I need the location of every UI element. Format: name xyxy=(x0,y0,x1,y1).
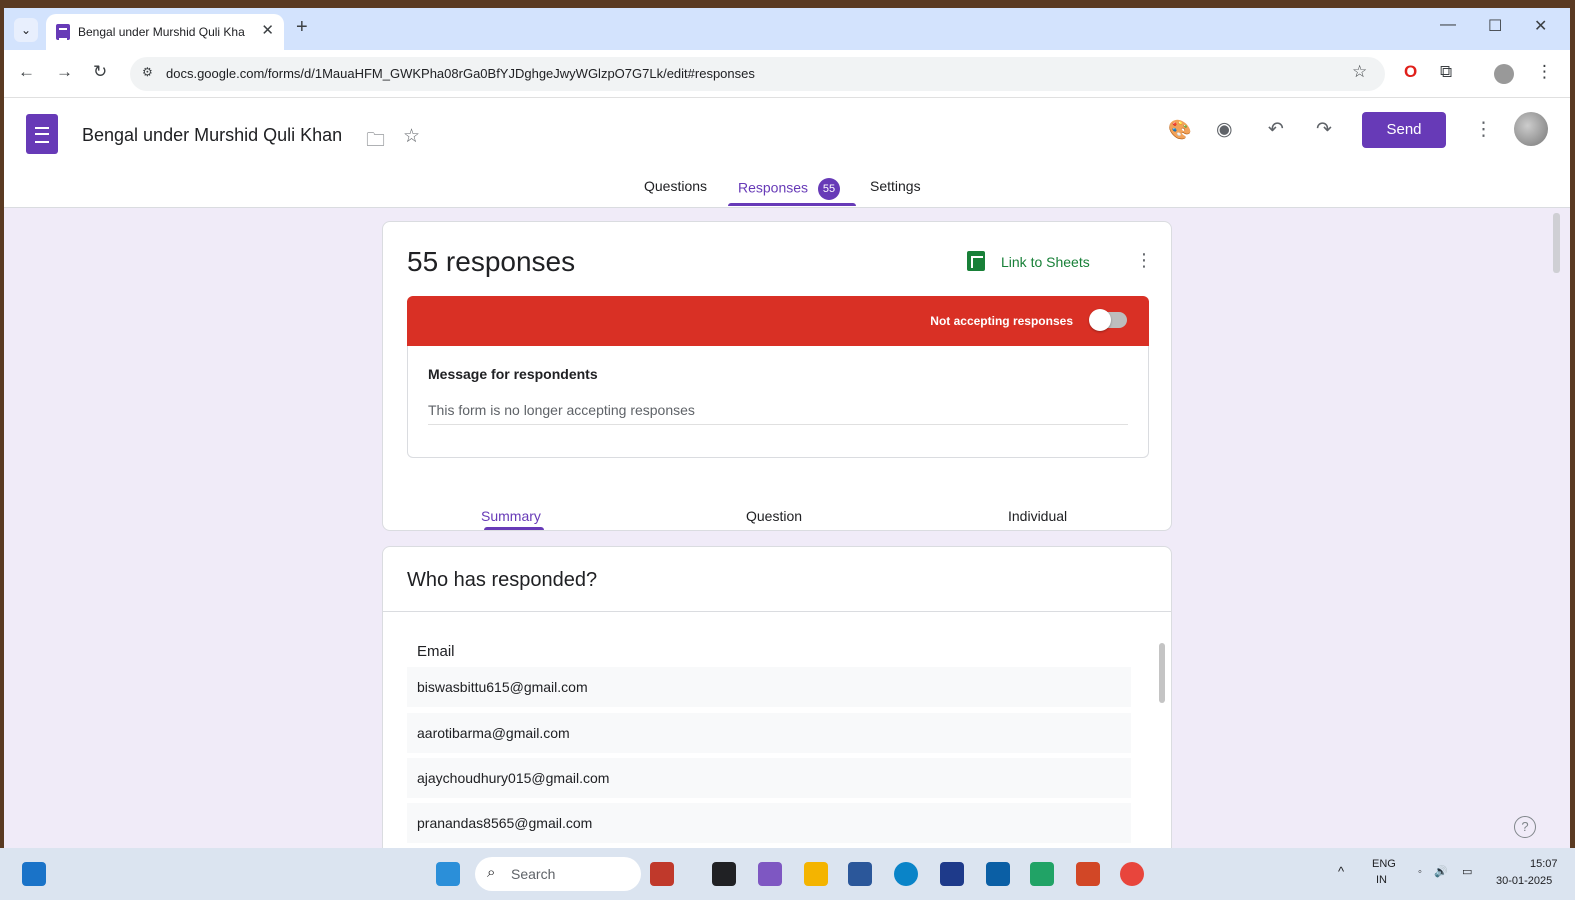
list-item: pranandas8565@gmail.com xyxy=(407,803,1131,843)
address-bar[interactable]: ⚙ docs.google.com/forms/d/1MauaHFM_GWKPh… xyxy=(130,57,1385,91)
card-divider xyxy=(383,611,1171,612)
tab-responses[interactable]: Responses 55 xyxy=(738,178,841,200)
language-indicator[interactable]: ENG xyxy=(1372,858,1396,870)
who-responded-card: Who has responded? Email biswasbittu615@… xyxy=(382,546,1172,848)
excel-icon[interactable] xyxy=(1030,862,1054,886)
taskbar-search[interactable]: ⌕ Search xyxy=(475,857,641,891)
palette-icon[interactable]: 🎨 xyxy=(1168,118,1192,142)
message-input[interactable]: This form is no longer accepting respons… xyxy=(428,402,1128,425)
opera-extension-icon[interactable]: O xyxy=(1404,62,1417,82)
windows-start-icon[interactable] xyxy=(436,862,460,886)
copilot-icon[interactable] xyxy=(758,862,782,886)
tab-questions[interactable]: Questions xyxy=(644,178,707,194)
chrome-icon[interactable] xyxy=(1120,862,1144,886)
news-icon[interactable] xyxy=(650,862,674,886)
tab-settings[interactable]: Settings xyxy=(870,178,921,194)
subtab-summary[interactable]: Summary xyxy=(481,508,541,524)
url-text: docs.google.com/forms/d/1MauaHFM_GWKPha0… xyxy=(166,66,755,81)
star-icon[interactable]: ☆ xyxy=(403,125,420,148)
forms-header: Bengal under Murshid Quli Khan 🗀 ☆ 🎨 ◉ ↶… xyxy=(4,98,1570,208)
task-view-icon[interactable] xyxy=(712,862,736,886)
accepting-status-label: Not accepting responses xyxy=(930,314,1073,328)
mail-icon[interactable] xyxy=(986,862,1010,886)
google-forms-favicon-icon xyxy=(56,24,70,40)
browser-tab[interactable]: Bengal under Murshid Quli Kha ✕ xyxy=(46,14,284,50)
undo-icon[interactable]: ↶ xyxy=(1268,118,1284,141)
responses-card: 55 responses Link to Sheets ⋮ Not accept… xyxy=(382,221,1172,531)
folder-icon[interactable]: 🗀 xyxy=(366,126,385,158)
widgets-icon[interactable] xyxy=(22,862,46,886)
minimize-icon[interactable]: — xyxy=(1440,16,1456,34)
edge-icon[interactable] xyxy=(894,862,918,886)
search-icon: ⌕ xyxy=(487,864,496,881)
volume-icon[interactable]: 🔊 xyxy=(1434,865,1448,878)
message-label: Message for respondents xyxy=(428,366,598,382)
browser-window: ⌄ Bengal under Murshid Quli Kha ✕ + — ☐ … xyxy=(4,8,1570,848)
tab-search-dropdown-icon[interactable]: ⌄ xyxy=(14,18,38,42)
forms-logo-icon[interactable] xyxy=(26,114,58,154)
subtab-individual[interactable]: Individual xyxy=(1008,508,1067,524)
list-item: biswasbittu615@gmail.com xyxy=(407,667,1131,707)
back-icon[interactable]: ← xyxy=(18,62,35,82)
tab-responses-label: Responses xyxy=(738,179,809,196)
word-icon[interactable] xyxy=(848,862,872,886)
responses-more-icon[interactable]: ⋮ xyxy=(1135,250,1153,271)
new-tab-icon[interactable]: + xyxy=(296,16,308,39)
bookmark-star-icon[interactable]: ☆ xyxy=(1352,62,1367,82)
account-avatar[interactable] xyxy=(1514,112,1548,146)
more-options-icon[interactable]: ⋮ xyxy=(1474,118,1493,141)
site-info-icon[interactable]: ⚙ xyxy=(142,65,153,79)
active-tab-indicator xyxy=(728,203,856,206)
forward-icon[interactable]: → xyxy=(56,62,73,82)
help-icon[interactable]: ? xyxy=(1514,816,1536,838)
preview-eye-icon[interactable]: ◉ xyxy=(1216,118,1233,141)
store-icon[interactable] xyxy=(940,862,964,886)
powerpoint-icon[interactable] xyxy=(1076,862,1100,886)
browser-toolbar: ← → ↻ ⚙ docs.google.com/forms/d/1MauaHFM… xyxy=(4,50,1570,98)
email-text: biswasbittu615@gmail.com xyxy=(417,679,588,695)
clock-date[interactable]: 30-01-2025 xyxy=(1496,875,1552,887)
tray-overflow-icon[interactable]: ^ xyxy=(1338,864,1344,879)
email-list-scrollbar[interactable] xyxy=(1159,643,1165,703)
email-column-header: Email xyxy=(417,643,455,660)
toggle-knob xyxy=(1089,309,1111,331)
tab-strip: ⌄ Bengal under Murshid Quli Kha ✕ + — ☐ … xyxy=(4,8,1570,50)
browser-menu-icon[interactable]: ⋮ xyxy=(1536,62,1553,82)
list-item: ajaychoudhury015@gmail.com xyxy=(407,758,1131,798)
clock-time[interactable]: 15:07 xyxy=(1530,858,1558,870)
page-scrollbar[interactable] xyxy=(1553,213,1560,273)
accepting-status-banner: Not accepting responses xyxy=(407,296,1149,346)
email-text: aarotibarma@gmail.com xyxy=(417,725,570,741)
region-indicator: IN xyxy=(1376,874,1387,886)
file-explorer-icon[interactable] xyxy=(804,862,828,886)
email-text: pranandas8565@gmail.com xyxy=(417,815,593,831)
close-tab-icon[interactable]: ✕ xyxy=(261,21,274,39)
taskbar: ⌕ Search ^ ENG IN ◦ 🔊 ▭ 15:07 30-01-2025 xyxy=(0,848,1575,900)
email-text: ajaychoudhury015@gmail.com xyxy=(417,770,610,786)
subtab-question[interactable]: Question xyxy=(746,508,802,524)
reload-icon[interactable]: ↻ xyxy=(93,62,107,82)
battery-icon[interactable]: ▭ xyxy=(1462,865,1472,878)
accepting-responses-toggle[interactable] xyxy=(1089,309,1127,331)
taskbar-search-label: Search xyxy=(511,866,556,882)
subtab-indicator xyxy=(484,527,544,530)
extensions-icon[interactable]: ⧉ xyxy=(1440,62,1452,82)
maximize-icon[interactable]: ☐ xyxy=(1488,16,1502,36)
profile-avatar-icon[interactable] xyxy=(1494,64,1514,84)
sheets-icon[interactable] xyxy=(967,251,985,271)
form-title[interactable]: Bengal under Murshid Quli Khan xyxy=(82,125,342,146)
list-item: aarotibarma@gmail.com xyxy=(407,713,1131,753)
responses-count: 55 responses xyxy=(407,246,576,277)
close-window-icon[interactable]: ✕ xyxy=(1534,16,1547,36)
redo-icon[interactable]: ↷ xyxy=(1316,118,1332,141)
who-responded-title: Who has responded? xyxy=(407,569,598,591)
tab-title: Bengal under Murshid Quli Kha xyxy=(78,25,245,39)
message-box: Message for respondents This form is no … xyxy=(407,346,1149,458)
link-to-sheets-button[interactable]: Link to Sheets xyxy=(1001,254,1090,270)
responses-count-badge: 55 xyxy=(818,178,841,200)
wifi-icon[interactable]: ◦ xyxy=(1418,866,1422,878)
send-button[interactable]: Send xyxy=(1362,112,1446,148)
